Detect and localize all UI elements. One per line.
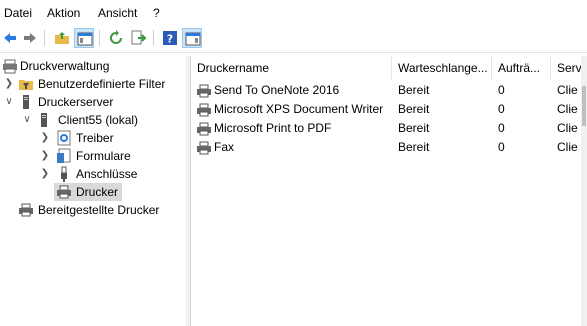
tree-item-drucker[interactable]: Drucker	[0, 183, 186, 201]
svg-text:?: ?	[167, 33, 173, 46]
toolbar-separator	[44, 30, 45, 46]
table-row[interactable]: Microsoft Print to PDF Bereit 0 Clie	[191, 119, 587, 138]
cell-printer-name: Fax	[214, 140, 235, 154]
forms-icon	[56, 148, 72, 164]
column-header-auftraege[interactable]: Aufträ...	[492, 56, 551, 80]
tree-item-formulare[interactable]: ❯ Formulare	[0, 147, 186, 165]
chevron-down-icon[interactable]: ∨	[4, 93, 14, 111]
tree-label: Formulare	[76, 149, 131, 163]
toolbar-separator	[99, 30, 100, 46]
server-icon	[18, 94, 34, 110]
cell-jobs: 0	[498, 140, 505, 154]
cell-printer-name: Send To OneNote 2016	[214, 83, 340, 97]
tree-label: Druckverwaltung	[20, 59, 110, 73]
chevron-right-icon[interactable]: ❯	[40, 165, 50, 183]
cell-printer-name: Microsoft XPS Document Writer	[214, 102, 384, 116]
cell-status: Bereit	[398, 121, 430, 135]
cell-server: Clie	[557, 83, 578, 97]
printer-icon	[56, 184, 72, 200]
menu-aktion[interactable]: Aktion	[47, 6, 80, 20]
chevron-right-icon[interactable]: ❯	[4, 75, 14, 93]
driver-icon	[56, 130, 72, 146]
table-row[interactable]: Send To OneNote 2016 Bereit 0 Clie	[191, 81, 587, 100]
tree-label: Anschlüsse	[76, 167, 138, 181]
table-row[interactable]: Fax Bereit 0 Clie	[191, 138, 587, 157]
chevron-right-icon[interactable]: ❯	[40, 147, 50, 165]
tree-item-client55[interactable]: ∨ Client55 (lokal)	[0, 111, 186, 129]
tree-label: Bereitgestellte Drucker	[38, 203, 160, 217]
tree-label: Client55 (lokal)	[58, 113, 139, 127]
tree-label: Drucker	[76, 185, 119, 199]
toolbar-separator	[153, 30, 154, 46]
cell-jobs: 0	[498, 121, 505, 135]
printer-management-icon	[2, 58, 18, 74]
tree-label: Druckerserver	[38, 95, 114, 109]
server-icon	[36, 112, 52, 128]
show-hide-action-pane-icon[interactable]	[182, 28, 202, 48]
tree-pane: Druckverwaltung ❯ Benutzerdefinierte Fil…	[0, 56, 187, 326]
tree-item-druckerserver[interactable]: ∨ Druckerserver	[0, 93, 186, 111]
printer-icon	[196, 83, 212, 99]
chevron-right-icon[interactable]: ❯	[40, 129, 50, 147]
column-header-druckername[interactable]: Druckername	[191, 56, 392, 80]
column-header-warteschlange[interactable]: Warteschlange...	[392, 56, 492, 80]
printer-icon	[196, 102, 212, 118]
tree-label: Treiber	[76, 131, 114, 145]
tree-label: Benutzerdefinierte Filter	[38, 77, 166, 91]
cell-status: Bereit	[398, 83, 430, 97]
toolbar: ?	[0, 24, 587, 53]
tree-item-druckverwaltung[interactable]: Druckverwaltung	[0, 57, 186, 75]
cell-status: Bereit	[398, 140, 430, 154]
tree-item-deployed[interactable]: Bereitgestellte Drucker	[0, 201, 186, 219]
cell-server: Clie	[557, 102, 578, 116]
printer-icon	[196, 121, 212, 137]
cell-server: Clie	[557, 140, 578, 154]
menu-help[interactable]: ?	[153, 6, 160, 20]
export-list-icon[interactable]	[128, 28, 148, 48]
printer-icon	[18, 202, 34, 218]
tree-item-anschluesse[interactable]: ❯ Anschlüsse	[0, 165, 186, 183]
cell-status: Bereit	[398, 102, 430, 116]
cell-jobs: 0	[498, 102, 505, 116]
scrollbar-thumb[interactable]	[582, 86, 586, 126]
chevron-down-icon[interactable]: ∨	[22, 111, 32, 129]
back-arrow-icon[interactable]	[0, 28, 20, 48]
cell-server: Clie	[557, 121, 578, 135]
up-folder-icon[interactable]	[52, 28, 72, 48]
port-icon	[56, 166, 72, 182]
refresh-icon[interactable]	[106, 28, 126, 48]
tree-item-filters[interactable]: ❯ Benutzerdefinierte Filter	[0, 75, 186, 93]
forward-arrow-icon[interactable]	[20, 28, 40, 48]
menu-ansicht[interactable]: Ansicht	[98, 6, 137, 20]
tree-item-treiber[interactable]: ❯ Treiber	[0, 129, 186, 147]
menu-bar: Datei Aktion Ansicht ?	[0, 0, 587, 24]
cell-printer-name: Microsoft Print to PDF	[214, 121, 332, 135]
filter-folder-icon	[18, 76, 34, 92]
printer-list: Druckername Warteschlange... Aufträ... S…	[190, 56, 587, 326]
help-icon[interactable]: ?	[160, 28, 180, 48]
vertical-scrollbar[interactable]	[581, 56, 587, 326]
printer-icon	[196, 140, 212, 156]
show-hide-tree-icon[interactable]	[74, 28, 94, 48]
table-row[interactable]: Microsoft XPS Document Writer Bereit 0 C…	[191, 100, 587, 119]
menu-datei[interactable]: Datei	[4, 6, 32, 20]
cell-jobs: 0	[498, 83, 505, 97]
